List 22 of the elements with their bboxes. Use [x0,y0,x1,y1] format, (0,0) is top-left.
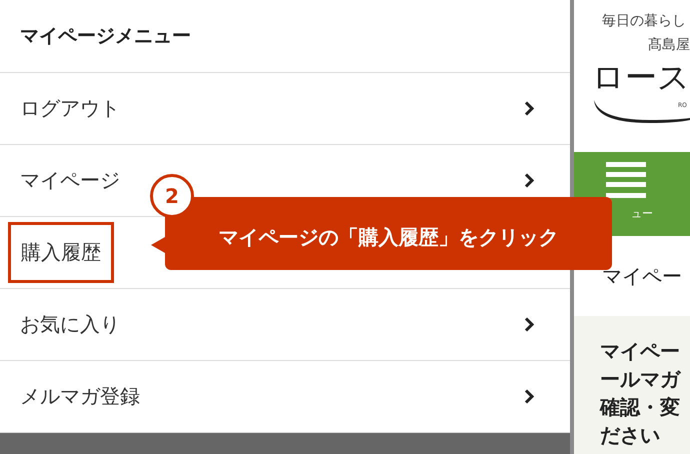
chevron-icon [524,317,534,332]
menu-item[interactable]: マイページ [20,167,120,194]
callout-text: マイページの「購入履歴」をクリック [218,224,558,251]
menu-item[interactable]: お気に入り [20,311,120,338]
info-text: マイペー [600,338,681,364]
menu-item[interactable]: メルマガ登録 [20,383,140,410]
menu-title: マイページメニュー [20,24,191,49]
menu-item[interactable]: ログアウト [20,95,120,122]
info-text: ださい [600,422,661,448]
chevron-icon [524,101,534,116]
menu-label: ュー [631,206,653,221]
menu-icon[interactable] [606,162,646,198]
tagline: 毎日の暮らし [602,12,687,30]
chevron-icon [524,389,534,404]
menu-item[interactable]: 購入履歴 [8,222,114,283]
page-heading: マイペー [602,262,682,290]
info-text: 確認・変 [600,394,681,420]
logo-text: ロース [592,57,690,98]
info-text: ールマガ [600,366,682,392]
step-badge: 2 [150,174,194,218]
chevron-icon [524,173,534,188]
brand-name: 髙島屋 [648,36,690,54]
